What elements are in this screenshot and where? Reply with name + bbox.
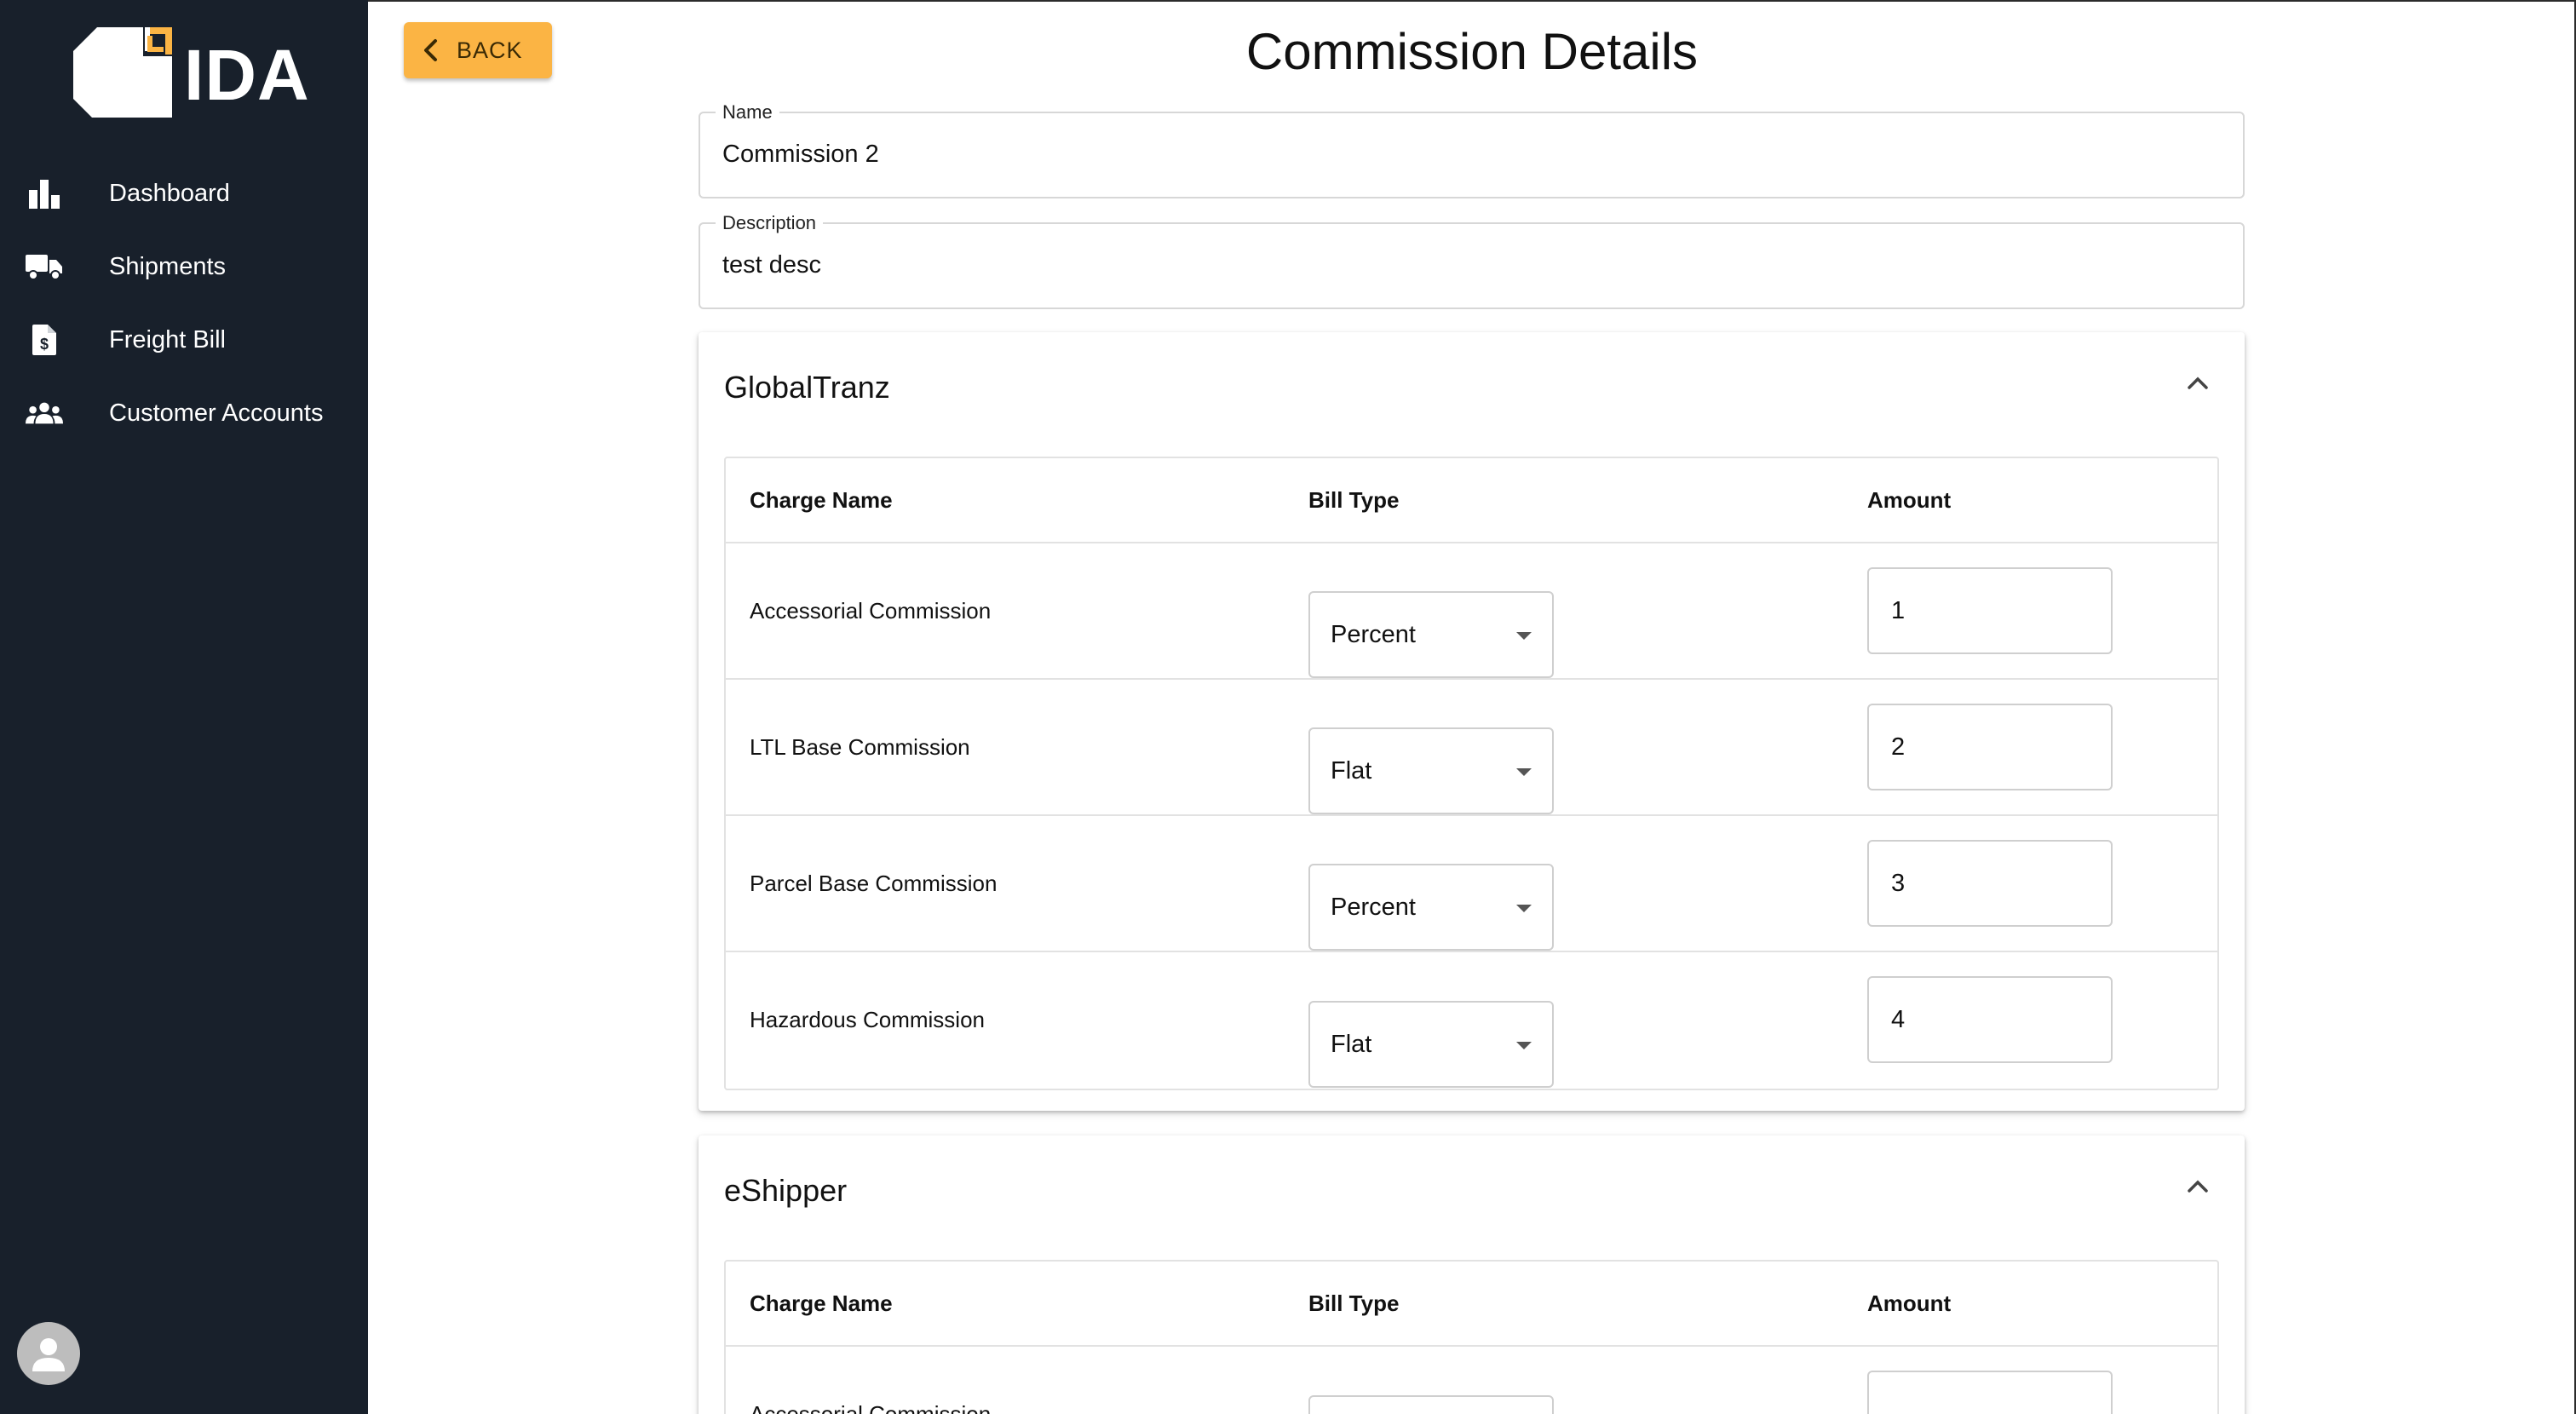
description-input[interactable]	[722, 251, 2222, 279]
provider-title: GlobalTranz	[724, 370, 890, 405]
table-row: LTL Base Commission Flat	[726, 680, 2217, 816]
table-row: Hazardous Commission Flat	[726, 952, 2217, 1089]
invoice-dollar-icon: $	[26, 321, 63, 359]
charge-name: Accessorial Commission	[750, 598, 992, 624]
column-header-bill-type: Bill Type	[1308, 487, 1400, 513]
provider-card-globaltranz: GlobalTranz Charge Name Bill Type Amount…	[699, 332, 2245, 1111]
bill-type-value: Flat	[1331, 756, 1372, 785]
amount-input[interactable]	[1867, 1371, 2113, 1414]
user-avatar-icon	[32, 1338, 65, 1371]
chevron-up-icon[interactable]	[2187, 1178, 2209, 1193]
column-header-amount: Amount	[1867, 1290, 1952, 1316]
dropdown-caret-icon	[1516, 632, 1532, 640]
sidebar-item-freight-bill[interactable]: $ Freight Bill	[0, 303, 368, 376]
table-row: Accessorial Commission	[726, 1347, 2217, 1414]
top-border	[368, 0, 2576, 2]
description-field[interactable]: Description	[699, 212, 2245, 309]
sidebar-item-label: Customer Accounts	[109, 399, 324, 427]
truck-icon	[26, 248, 63, 285]
charge-name: Hazardous Commission	[750, 1007, 985, 1032]
bar-chart-icon	[26, 175, 63, 212]
provider-card-eshipper: eShipper Charge Name Bill Type Amount Ac…	[699, 1135, 2245, 1414]
column-header-bill-type: Bill Type	[1308, 1290, 1400, 1316]
dropdown-caret-icon	[1516, 1042, 1532, 1049]
commission-table: Charge Name Bill Type Amount Accessorial…	[724, 457, 2219, 1090]
provider-card-header[interactable]: GlobalTranz	[699, 332, 2245, 443]
chevron-up-icon[interactable]	[2187, 375, 2209, 390]
commission-table: Charge Name Bill Type Amount Accessorial…	[724, 1260, 2219, 1414]
table-header-row: Charge Name Bill Type Amount	[726, 458, 2217, 543]
table-row: Accessorial Commission Percent	[726, 543, 2217, 680]
amount-input[interactable]	[1867, 840, 2113, 927]
name-field[interactable]: Name	[699, 101, 2245, 198]
provider-card-header[interactable]: eShipper	[699, 1135, 2245, 1246]
logo-mark-icon	[73, 27, 172, 118]
logo-text: IDA	[184, 35, 310, 115]
bill-type-select[interactable]: Percent	[1308, 591, 1554, 678]
bill-type-select[interactable]: Percent	[1308, 864, 1554, 951]
svg-text:$: $	[40, 336, 49, 353]
user-avatar[interactable]	[17, 1322, 80, 1385]
amount-input[interactable]	[1867, 567, 2113, 654]
bill-type-select[interactable]	[1308, 1395, 1554, 1414]
name-field-label: Name	[716, 101, 779, 124]
name-input[interactable]	[722, 141, 2222, 169]
sidebar-item-customer-accounts[interactable]: Customer Accounts	[0, 376, 368, 450]
sidebar-item-label: Freight Bill	[109, 325, 226, 354]
app-logo[interactable]: IDA	[72, 26, 309, 121]
column-header-charge-name: Charge Name	[750, 1290, 893, 1316]
charge-name: Accessorial Commission	[750, 1401, 992, 1414]
sidebar-item-shipments[interactable]: Shipments	[0, 230, 368, 303]
column-header-amount: Amount	[1867, 487, 1952, 513]
sidebar-item-label: Dashboard	[109, 179, 230, 207]
amount-input[interactable]	[1867, 704, 2113, 790]
bill-type-select[interactable]: Flat	[1308, 1001, 1554, 1088]
amount-input[interactable]	[1867, 976, 2113, 1063]
bill-type-value: Percent	[1331, 893, 1416, 921]
column-header-charge-name: Charge Name	[750, 487, 893, 513]
charge-name: LTL Base Commission	[750, 734, 970, 760]
table-header-row: Charge Name Bill Type Amount	[726, 1262, 2217, 1347]
sidebar-nav: Dashboard Shipments $ Freight Bill Custo…	[0, 157, 368, 450]
page-title: Commission Details	[1245, 23, 1699, 80]
table-row: Parcel Base Commission Percent	[726, 816, 2217, 952]
group-icon	[26, 394, 63, 432]
description-field-label: Description	[716, 212, 824, 234]
sidebar-item-dashboard[interactable]: Dashboard	[0, 157, 368, 230]
bill-type-value: Percent	[1331, 620, 1416, 648]
provider-title: eShipper	[724, 1173, 848, 1208]
dropdown-caret-icon	[1516, 905, 1532, 912]
charge-name: Parcel Base Commission	[750, 871, 998, 896]
bill-type-select[interactable]: Flat	[1308, 727, 1554, 814]
sidebar-item-label: Shipments	[109, 252, 227, 280]
dropdown-caret-icon	[1516, 768, 1532, 776]
bill-type-value: Flat	[1331, 1030, 1372, 1058]
sidebar: IDA Dashboard Shipments $ Freight Bill C…	[0, 0, 368, 1414]
